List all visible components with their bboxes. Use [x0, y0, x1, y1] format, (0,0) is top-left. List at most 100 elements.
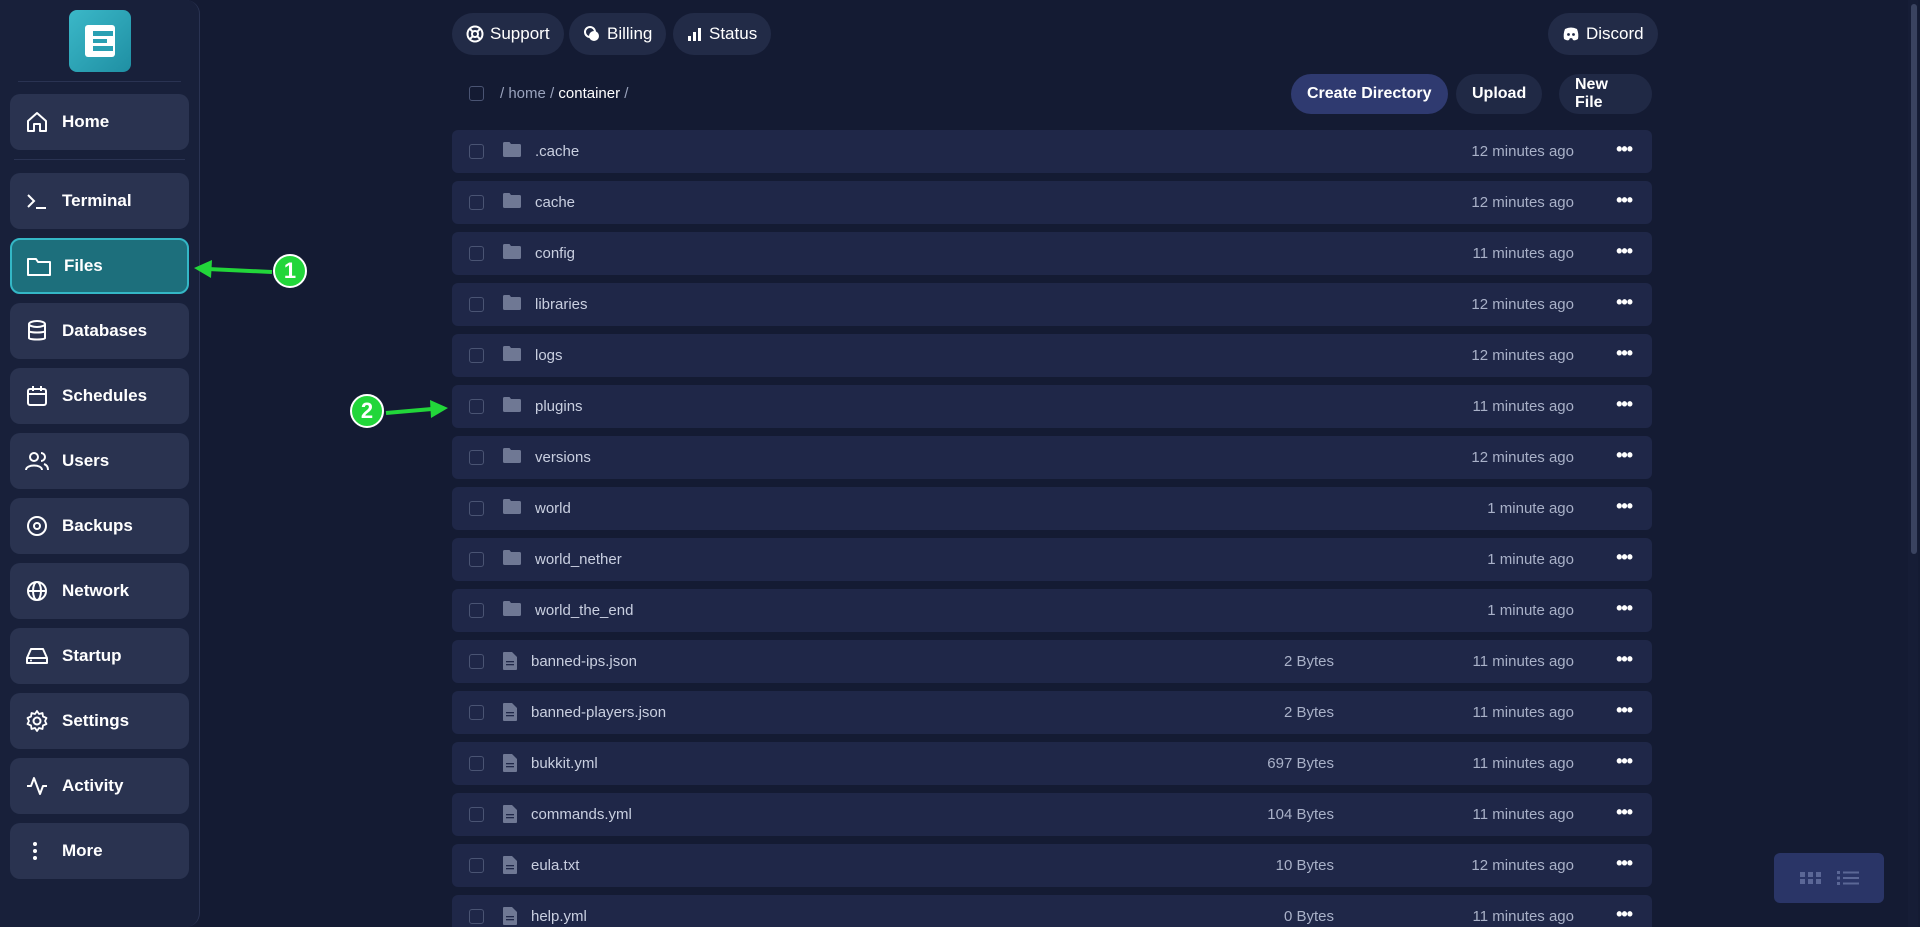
sidebar-item-more[interactable]: More: [10, 823, 189, 879]
sidebar-item-users[interactable]: Users: [10, 433, 189, 489]
row-checkbox[interactable]: [469, 705, 484, 720]
file-modified: 12 minutes ago: [1471, 449, 1574, 466]
file-row[interactable]: banned-players.json 2 Bytes 11 minutes ago…: [452, 691, 1652, 734]
list-view-icon[interactable]: [1836, 869, 1859, 887]
row-menu-icon[interactable]: •••: [1616, 802, 1633, 823]
row-menu-icon[interactable]: •••: [1616, 904, 1633, 925]
row-checkbox[interactable]: [469, 297, 484, 312]
billing-link[interactable]: Billing: [569, 13, 667, 55]
row-menu-icon[interactable]: •••: [1616, 394, 1633, 415]
sidebar-item-activity[interactable]: Activity: [10, 758, 189, 814]
folder-row[interactable]: config 11 minutes ago •••: [452, 232, 1652, 275]
row-menu-icon[interactable]: •••: [1616, 496, 1633, 517]
file-name[interactable]: help.yml: [531, 908, 587, 925]
select-all-checkbox[interactable]: [469, 86, 484, 101]
file-name[interactable]: commands.yml: [531, 806, 632, 823]
row-menu-icon[interactable]: •••: [1616, 190, 1633, 211]
sidebar-item-terminal[interactable]: Terminal: [10, 173, 189, 229]
file-name[interactable]: config: [535, 245, 575, 262]
file-row[interactable]: eula.txt 10 Bytes 12 minutes ago •••: [452, 844, 1652, 887]
file-name[interactable]: eula.txt: [531, 857, 579, 874]
file-name[interactable]: banned-ips.json: [531, 653, 637, 670]
scrollbar-thumb[interactable]: [1911, 4, 1917, 554]
row-menu-icon[interactable]: •••: [1616, 751, 1633, 772]
file-modified: 11 minutes ago: [1472, 398, 1574, 415]
file-name[interactable]: cache: [535, 194, 575, 211]
sidebar-item-files[interactable]: Files: [10, 238, 189, 294]
folder-row[interactable]: logs 12 minutes ago •••: [452, 334, 1652, 377]
file-row[interactable]: help.yml 0 Bytes 11 minutes ago •••: [452, 895, 1652, 927]
sidebar-item-startup[interactable]: Startup: [10, 628, 189, 684]
support-link[interactable]: Support: [452, 13, 564, 55]
status-link[interactable]: Status: [673, 13, 772, 55]
sidebar-item-label: Network: [62, 581, 130, 600]
folder-icon: [503, 244, 521, 263]
row-checkbox[interactable]: [469, 603, 484, 618]
file-name[interactable]: banned-players.json: [531, 704, 666, 721]
row-menu-icon[interactable]: •••: [1616, 853, 1633, 874]
folder-row[interactable]: versions 12 minutes ago •••: [452, 436, 1652, 479]
new-file-button[interactable]: New File: [1559, 74, 1652, 114]
upload-button[interactable]: Upload: [1456, 74, 1543, 114]
row-checkbox[interactable]: [469, 348, 484, 363]
file-name[interactable]: bukkit.yml: [531, 755, 598, 772]
row-menu-icon[interactable]: •••: [1616, 598, 1633, 619]
row-checkbox[interactable]: [469, 144, 484, 159]
breadcrumb-home[interactable]: home: [508, 85, 546, 102]
file-list: .cache 12 minutes ago ••• cache 12 minutes a…: [452, 130, 1652, 927]
row-menu-icon[interactable]: •••: [1616, 547, 1633, 568]
row-checkbox[interactable]: [469, 450, 484, 465]
row-menu-icon[interactable]: •••: [1616, 343, 1633, 364]
create-directory-button[interactable]: Create Directory: [1291, 74, 1448, 114]
grid-view-icon[interactable]: [1799, 870, 1822, 886]
folder-row[interactable]: libraries 12 minutes ago •••: [452, 283, 1652, 326]
app-logo[interactable]: [68, 9, 131, 72]
row-checkbox[interactable]: [469, 501, 484, 516]
sidebar-item-backups[interactable]: Backups: [10, 498, 189, 554]
row-checkbox[interactable]: [469, 552, 484, 567]
row-menu-icon[interactable]: •••: [1616, 241, 1633, 262]
file-name[interactable]: world_nether: [535, 551, 622, 568]
row-checkbox[interactable]: [469, 399, 484, 414]
row-menu-icon[interactable]: •••: [1616, 139, 1633, 160]
file-name[interactable]: versions: [535, 449, 591, 466]
sidebar-item-network[interactable]: Network: [10, 563, 189, 619]
row-checkbox[interactable]: [469, 858, 484, 873]
file-name[interactable]: libraries: [535, 296, 588, 313]
folder-row[interactable]: plugins 11 minutes ago •••: [452, 385, 1652, 428]
row-menu-icon[interactable]: •••: [1616, 700, 1633, 721]
row-menu-icon[interactable]: •••: [1616, 292, 1633, 313]
file-name[interactable]: plugins: [535, 398, 583, 415]
folder-row[interactable]: cache 12 minutes ago •••: [452, 181, 1652, 224]
folder-row[interactable]: .cache 12 minutes ago •••: [452, 130, 1652, 173]
row-checkbox[interactable]: [469, 246, 484, 261]
discord-link[interactable]: Discord: [1548, 13, 1658, 55]
folder-row[interactable]: world 1 minute ago •••: [452, 487, 1652, 530]
folder-row[interactable]: world_the_end 1 minute ago •••: [452, 589, 1652, 632]
file-row[interactable]: commands.yml 104 Bytes 11 minutes ago •••: [452, 793, 1652, 836]
file-row[interactable]: bukkit.yml 697 Bytes 11 minutes ago •••: [452, 742, 1652, 785]
sidebar-item-home[interactable]: Home: [10, 94, 189, 150]
row-checkbox[interactable]: [469, 807, 484, 822]
row-checkbox[interactable]: [469, 195, 484, 210]
file-row[interactable]: banned-ips.json 2 Bytes 11 minutes ago •••: [452, 640, 1652, 683]
sidebar-item-settings[interactable]: Settings: [10, 693, 189, 749]
sidebar-item-schedules[interactable]: Schedules: [10, 368, 189, 424]
row-checkbox[interactable]: [469, 756, 484, 771]
file-name[interactable]: world: [535, 500, 571, 517]
sidebar-item-databases[interactable]: Databases: [10, 303, 189, 359]
annotation-arrow-2: [385, 400, 448, 418]
sidebar-item-label: Users: [62, 451, 110, 470]
folder-row[interactable]: world_nether 1 minute ago •••: [452, 538, 1652, 581]
row-menu-icon[interactable]: •••: [1616, 649, 1633, 670]
file-name[interactable]: logs: [535, 347, 563, 364]
folder-icon: [503, 550, 521, 569]
annotation-marker-1: 1: [273, 254, 307, 288]
breadcrumb-container[interactable]: container: [558, 85, 620, 102]
file-name[interactable]: world_the_end: [535, 602, 633, 619]
sidebar-item-label: Startup: [62, 646, 122, 665]
row-menu-icon[interactable]: •••: [1616, 445, 1633, 466]
row-checkbox[interactable]: [469, 909, 484, 924]
row-checkbox[interactable]: [469, 654, 484, 669]
file-name[interactable]: .cache: [535, 143, 579, 160]
